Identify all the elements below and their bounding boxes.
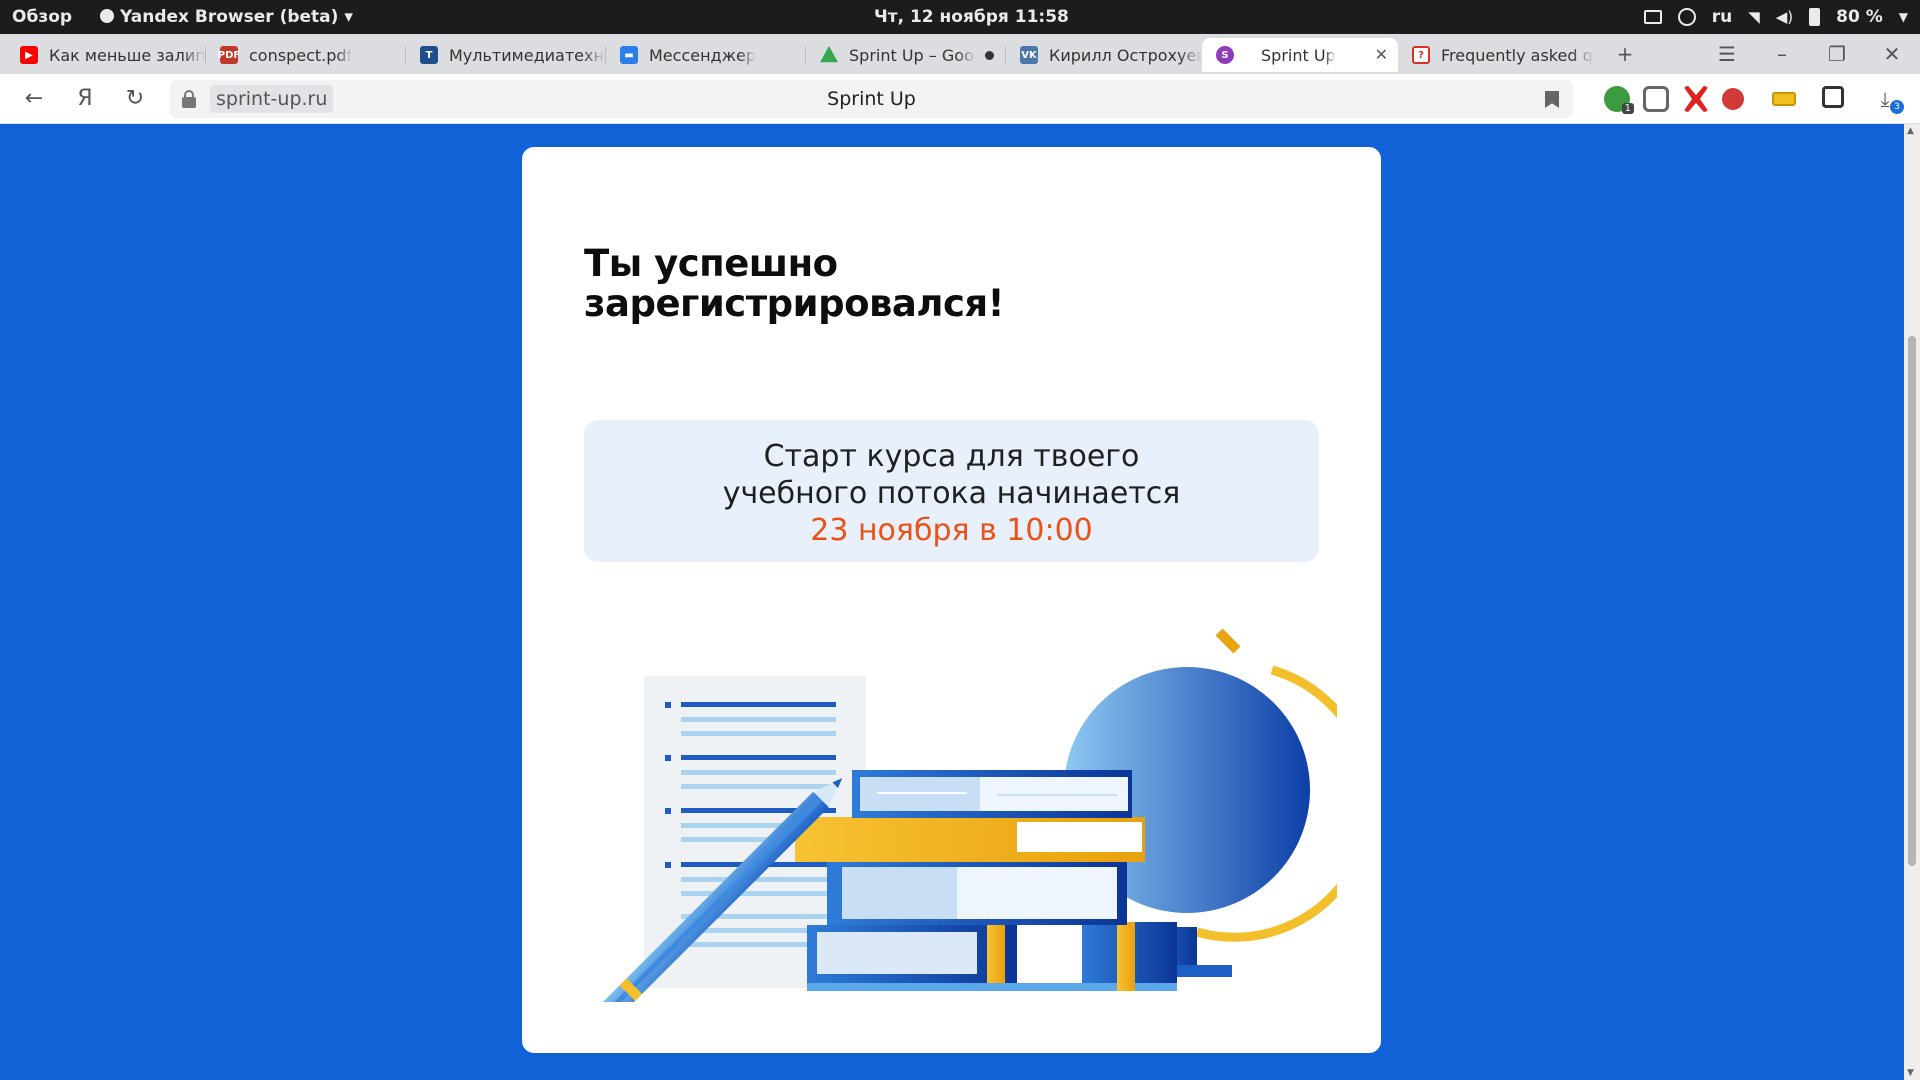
ladybug-extension-icon[interactable] xyxy=(1722,88,1744,110)
tabs-menu-icon[interactable]: ☰ xyxy=(1707,34,1747,74)
book-stack xyxy=(795,770,1177,991)
course-start-date: 23 ноября в 10:00 xyxy=(810,513,1093,548)
registration-card: Ты успешно зарегистрировался! Старт курса… xyxy=(522,147,1381,1053)
address-bar[interactable]: sprint-up.ru Sprint Up xyxy=(170,80,1573,118)
page-scrollbar[interactable]: ▲ ▼ xyxy=(1904,124,1920,1080)
adblock-extension-icon[interactable]: 1 xyxy=(1604,86,1634,114)
downloads-badge: 3 xyxy=(1890,100,1904,114)
scroll-up-icon[interactable]: ▲ xyxy=(1907,126,1914,136)
reload-button[interactable]: ↻ xyxy=(120,84,150,114)
address-page-title: Sprint Up xyxy=(827,88,916,110)
pocket-icon[interactable] xyxy=(1643,86,1669,112)
info-line-2: учебного потока начинается xyxy=(722,476,1181,511)
tab-title: Кирилл Острохуевский xyxy=(1049,45,1202,65)
downloads-icon[interactable]: ⤓ 3 xyxy=(1870,84,1904,114)
tab-title: Мультимедиатехнологии xyxy=(449,45,606,65)
translate-extension-icon[interactable] xyxy=(1822,86,1844,108)
battery-percent: 80 % xyxy=(1836,7,1883,27)
new-tab-button[interactable]: + xyxy=(1605,34,1645,74)
cross-extension-icon[interactable] xyxy=(1683,86,1709,112)
books-globe-illustration xyxy=(601,628,1337,1002)
yandex-home-button[interactable]: Я xyxy=(70,84,100,114)
info-line-1: Старт курса для твоего xyxy=(763,439,1140,474)
extension-badge: 1 xyxy=(1621,103,1634,114)
tab-messenger[interactable]: ▬ Мессенджер xyxy=(606,38,806,72)
document-icon: T xyxy=(420,46,438,64)
yandex-browser-icon xyxy=(100,9,114,23)
accessibility-icon[interactable] xyxy=(1677,8,1696,26)
system-top-bar: Обзор Yandex Browser (beta) ▾ Чт, 12 ноя… xyxy=(0,0,1920,34)
activities-overview-button[interactable]: Обзор xyxy=(12,0,72,34)
chevron-down-icon[interactable]: ▼ xyxy=(1899,0,1908,34)
heading-line-1: Ты успешно xyxy=(584,242,838,285)
minimize-button[interactable]: – xyxy=(1762,34,1802,74)
pdf-icon: PDF xyxy=(218,46,240,64)
tab-pdf[interactable]: PDF conspect.pdf xyxy=(206,38,406,72)
scrollbar-thumb[interactable] xyxy=(1908,336,1916,866)
tab-youtube[interactable]: ▶ Как меньше залипать xyxy=(6,38,206,72)
page-content: Ты успешно зарегистрировался! Старт курса… xyxy=(0,124,1904,1080)
clock[interactable]: Чт, 12 ноября 11:58 xyxy=(874,0,1069,34)
close-tab-icon[interactable]: ✕ xyxy=(1375,45,1388,64)
scroll-down-icon[interactable]: ▼ xyxy=(1907,1068,1914,1078)
app-name: Yandex Browser (beta) xyxy=(120,7,339,27)
tab-multimedia[interactable]: T Мультимедиатехнологии xyxy=(406,38,606,72)
tab-google-drive[interactable]: Sprint Up – Google xyxy=(806,38,1006,72)
youtube-icon: ▶ xyxy=(20,46,38,64)
sprint-up-icon: S xyxy=(1216,46,1234,64)
tab-title: Как меньше залипать xyxy=(49,45,206,65)
tab-title: Sprint Up – Google xyxy=(849,45,976,65)
vk-icon: VK xyxy=(1020,46,1038,64)
unsaved-dot-icon xyxy=(985,51,994,60)
tab-title: Мессенджер xyxy=(649,45,757,65)
navigation-bar: ← Я ↻ sprint-up.ru Sprint Up 1 ⤓ 3 xyxy=(0,74,1920,124)
heading-line-2: зарегистрировался! xyxy=(584,282,1005,325)
close-window-button[interactable]: ✕ xyxy=(1872,34,1912,74)
language-indicator[interactable]: ru xyxy=(1712,0,1733,34)
battery-icon xyxy=(1809,8,1821,26)
tab-title: Frequently asked questions xyxy=(1441,45,1594,65)
volume-icon: ◀) xyxy=(1775,8,1794,26)
messenger-icon: ▬ xyxy=(620,46,638,64)
tab-vk[interactable]: VK Кирилл Острохуевский xyxy=(1006,38,1202,72)
battery-extension-icon[interactable] xyxy=(1772,92,1796,106)
system-tray[interactable]: ru ◥ ◀) 80 % ▼ xyxy=(1643,0,1908,34)
restore-button[interactable]: ❐ xyxy=(1817,34,1857,74)
app-menu[interactable]: Yandex Browser (beta) ▾ xyxy=(100,0,353,34)
course-start-box: Старт курса для твоего учебного потока н… xyxy=(584,420,1319,562)
tab-title: Sprint Up xyxy=(1261,45,1336,65)
back-button[interactable]: ← xyxy=(19,84,49,114)
google-drive-icon xyxy=(820,46,838,63)
screen-icon[interactable] xyxy=(1643,10,1662,24)
wifi-icon: ◥ xyxy=(1748,8,1760,26)
faq-icon: ? xyxy=(1412,46,1430,64)
success-heading: Ты успешно зарегистрировался! xyxy=(584,244,1344,324)
tab-faq[interactable]: ? Frequently asked questions xyxy=(1398,38,1594,72)
tab-title: conspect.pdf xyxy=(249,45,353,65)
tab-sprint-up[interactable]: S Sprint Up ✕ xyxy=(1202,38,1398,72)
